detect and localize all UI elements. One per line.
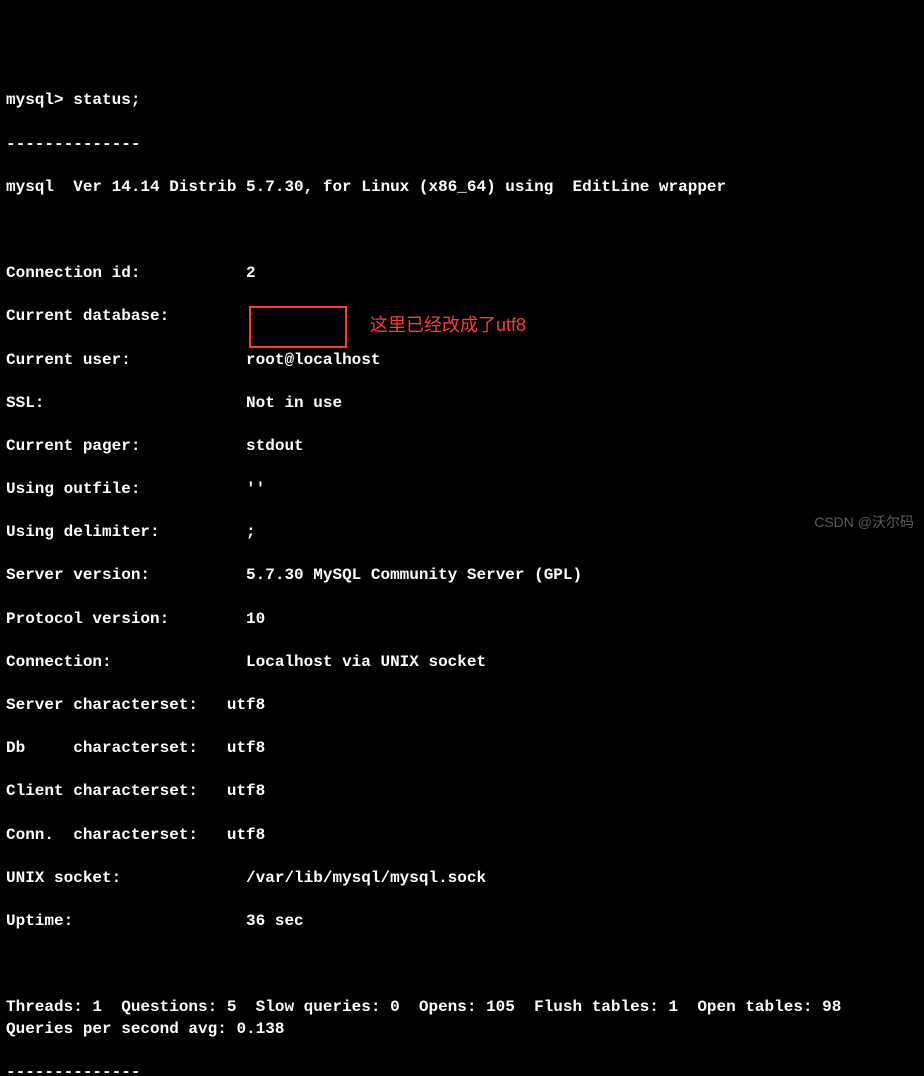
kv-row: Connection id: 2 bbox=[6, 263, 918, 285]
mysql-prompt: mysql> bbox=[6, 91, 73, 109]
server-version-label: Server version: bbox=[6, 565, 246, 587]
protocol-version-value: 10 bbox=[246, 609, 265, 631]
kv-row: Conn. characterset: utf8 bbox=[6, 825, 918, 847]
current-user-value: root@localhost bbox=[246, 350, 380, 372]
unix-socket-label: UNIX socket: bbox=[6, 868, 246, 890]
protocol-version-label: Protocol version: bbox=[6, 609, 246, 631]
current-user-label: Current user: bbox=[6, 350, 246, 372]
delimiter-label: Using delimiter: bbox=[6, 522, 246, 544]
kv-row: UNIX socket: /var/lib/mysql/mysql.sock bbox=[6, 868, 918, 890]
kv-row: Current pager: stdout bbox=[6, 436, 918, 458]
annotation-text: 这里已经改成了utf8 bbox=[370, 313, 526, 337]
kv-row: Server version: 5.7.30 MySQL Community S… bbox=[6, 565, 918, 587]
blank-line bbox=[6, 954, 918, 976]
uptime-label: Uptime: bbox=[6, 911, 246, 933]
connection-id-label: Connection id: bbox=[6, 263, 246, 285]
uptime-value: 36 sec bbox=[246, 911, 304, 933]
kv-row: Connection: Localhost via UNIX socket bbox=[6, 652, 918, 674]
prompt-line[interactable]: mysql> status; bbox=[6, 90, 918, 112]
kv-row: Server characterset: utf8 bbox=[6, 695, 918, 717]
ssl-label: SSL: bbox=[6, 393, 246, 415]
pager-label: Current pager: bbox=[6, 436, 246, 458]
kv-row: Current user: root@localhost bbox=[6, 350, 918, 372]
unix-socket-value: /var/lib/mysql/mysql.sock bbox=[246, 868, 486, 890]
command-input[interactable]: status; bbox=[73, 91, 140, 109]
outfile-label: Using outfile: bbox=[6, 479, 246, 501]
kv-row: Protocol version: 10 bbox=[6, 609, 918, 631]
db-charset-label: Db characterset: bbox=[6, 738, 227, 760]
watermark: CSDN @沃尔码 bbox=[814, 513, 914, 532]
conn-charset-label: Conn. characterset: bbox=[6, 825, 227, 847]
current-database-label: Current database: bbox=[6, 306, 246, 328]
kv-row: Using outfile: '' bbox=[6, 479, 918, 501]
outfile-value: '' bbox=[246, 479, 265, 501]
connection-id-value: 2 bbox=[246, 263, 256, 285]
client-charset-value: utf8 bbox=[227, 781, 265, 803]
client-charset-label: Client characterset: bbox=[6, 781, 227, 803]
server-version-value: 5.7.30 MySQL Community Server (GPL) bbox=[246, 565, 582, 587]
db-charset-value: utf8 bbox=[227, 738, 265, 760]
kv-row: Using delimiter: ; bbox=[6, 522, 918, 544]
connection-value: Localhost via UNIX socket bbox=[246, 652, 486, 674]
divider-bottom: -------------- bbox=[6, 1062, 918, 1076]
kv-row: Client characterset: utf8 bbox=[6, 781, 918, 803]
server-charset-label: Server characterset: bbox=[6, 695, 227, 717]
kv-row: SSL: Not in use bbox=[6, 393, 918, 415]
server-charset-value: utf8 bbox=[227, 695, 265, 717]
divider-top: -------------- bbox=[6, 134, 918, 156]
ssl-value: Not in use bbox=[246, 393, 342, 415]
conn-charset-value: utf8 bbox=[227, 825, 265, 847]
pager-value: stdout bbox=[246, 436, 304, 458]
kv-row: Db characterset: utf8 bbox=[6, 738, 918, 760]
stats-line: Threads: 1 Questions: 5 Slow queries: 0 … bbox=[6, 997, 918, 1040]
blank-line bbox=[6, 220, 918, 242]
connection-label: Connection: bbox=[6, 652, 246, 674]
kv-row: Uptime: 36 sec bbox=[6, 911, 918, 933]
delimiter-value: ; bbox=[246, 522, 256, 544]
version-line: mysql Ver 14.14 Distrib 5.7.30, for Linu… bbox=[6, 177, 918, 199]
